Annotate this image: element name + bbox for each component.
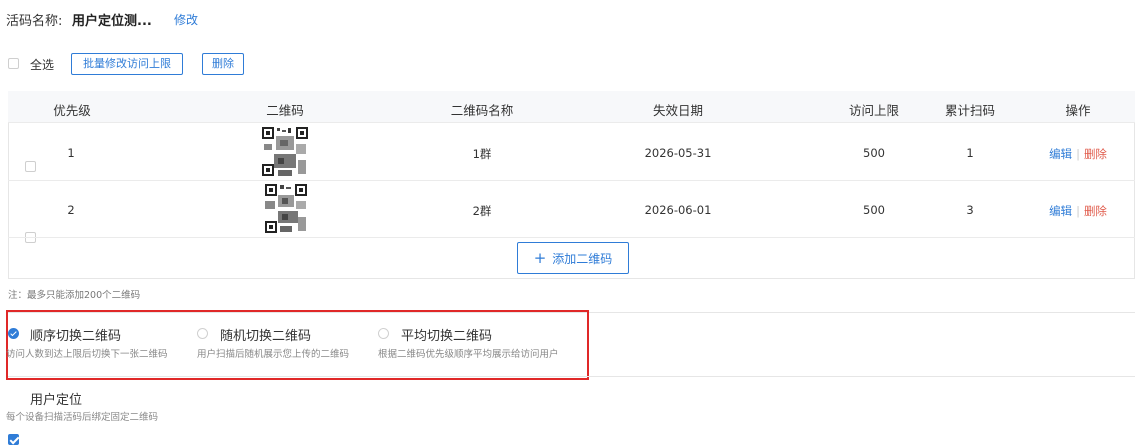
mode-desc-random: 用户扫描后随机展示您上传的二维码 [197,349,350,360]
select-all-checkbox[interactable] [8,58,19,69]
mode-label-random: 随机切换二维码 [220,329,312,344]
row-total-scans: 3 [966,203,974,217]
edit-name-link[interactable]: 修改 [174,11,198,28]
mode-radio-average[interactable] [378,328,389,339]
col-qr-name: 二维码名称 [450,103,514,118]
row-checkbox[interactable] [25,161,36,172]
mode-radio-random[interactable] [197,328,208,339]
col-total-scans: 累计扫码 [944,103,996,118]
col-priority: 优先级 [53,103,91,118]
qr-name-value: 用户定位测... [72,14,152,29]
row-qr-name: 2群 [472,204,492,218]
row-priority: 2 [67,203,75,217]
col-visit-limit: 访问上限 [848,103,900,118]
add-qrcode-button[interactable]: + 添加二维码 [517,242,629,274]
add-qrcode-label: 添加二维码 [552,252,613,266]
col-expire-date: 失效日期 [652,103,704,118]
row-total-scans: 1 [966,146,974,160]
col-actions: 操作 [1065,103,1091,118]
row-expire-date: 2026-06-01 [644,203,712,217]
limit-note: 注：最多只能添加200个二维码 [8,290,141,301]
batch-edit-limit-button[interactable]: 批量修改访问上限 [71,53,183,75]
row-actions: 编辑 | 删除 [1049,203,1107,219]
qr-name-label: 活码名称: [6,14,63,29]
mode-radio-sequential[interactable] [8,328,19,339]
mode-desc-sequential: 访问人数到达上限后切换下一张二维码 [6,349,168,360]
row-visit-limit: 500 [863,146,885,160]
highlight-box [6,310,589,380]
select-all-label: 全选 [30,58,55,72]
row-qr-name: 1群 [472,147,492,161]
row-visit-limit: 500 [863,203,885,217]
row-delete-link[interactable]: 删除 [1084,147,1107,161]
table-row: 2 2群 2026-06-01 500 3 编辑 | 删除 [0,28,1135,243]
row-edit-link[interactable]: 编辑 [1049,147,1072,161]
plus-icon: + [533,249,547,267]
row-actions: 编辑 | 删除 [1049,146,1107,162]
table-row: 1 1群 2026-05-31 500 1 编辑 | 删除 [0,14,1135,178]
col-qrcode: 二维码 [266,103,304,118]
row-divider [8,180,1135,181]
row-edit-link[interactable]: 编辑 [1049,204,1072,218]
qrcode-image [260,126,310,178]
delete-button[interactable]: 删除 [202,53,244,75]
mode-label-sequential: 顺序切换二维码 [30,329,122,344]
section-divider [8,376,1135,377]
action-divider: | [1076,204,1080,218]
qrcode-image [262,183,312,235]
row-expire-date: 2026-05-31 [644,146,712,160]
row-delete-link[interactable]: 删除 [1084,204,1107,218]
action-divider: | [1076,147,1080,161]
user-location-desc: 每个设备扫描活码后绑定固定二维码 [6,412,159,423]
mode-label-average: 平均切换二维码 [401,329,493,344]
row-priority: 1 [67,146,75,160]
row-divider [8,237,1135,238]
user-location-label: 用户定位 [30,393,83,408]
mode-desc-average: 根据二维码优先级顺序平均展示给访问用户 [378,349,559,360]
user-location-checkbox[interactable] [8,434,19,445]
